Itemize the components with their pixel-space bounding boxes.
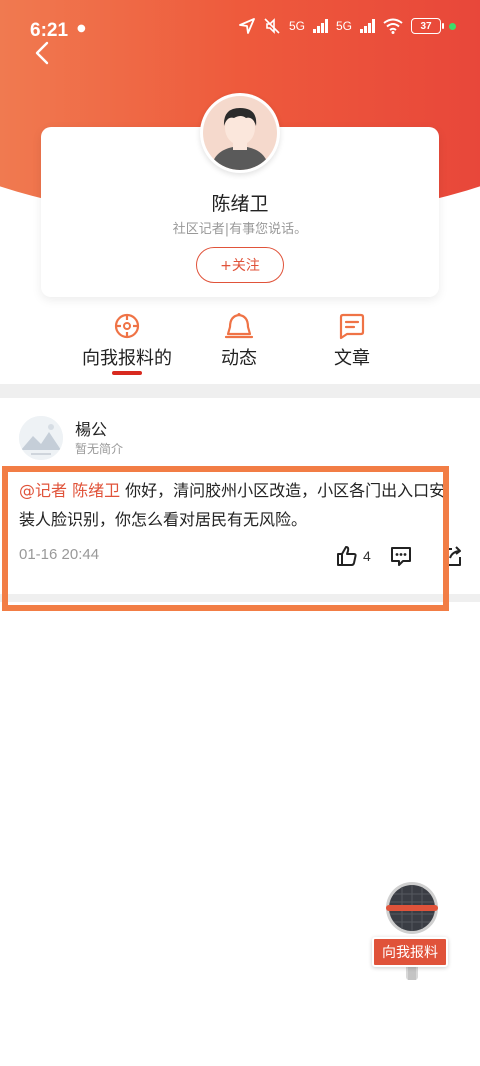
follow-button[interactable]: +关注 (196, 247, 284, 283)
bell-icon (224, 313, 254, 339)
notification-dot-icon: ● (77, 23, 86, 34)
battery-icon: 37 (411, 18, 444, 34)
signal-bars-icon (312, 19, 328, 33)
profile-bio: 社区记者|有事您说话。 (172, 222, 308, 237)
article-icon (339, 313, 365, 340)
like-count: 4 (363, 548, 371, 564)
crosshair-icon (114, 313, 140, 339)
comment-button[interactable] (389, 544, 413, 568)
signal-5g-label: 5G (288, 19, 305, 33)
back-icon[interactable] (28, 38, 58, 68)
signal-bars-icon-2 (360, 19, 375, 33)
post-username[interactable]: 楊公 (75, 416, 107, 440)
thumbs-up-icon (337, 546, 357, 566)
tab-label: 向我报料的 (82, 348, 172, 369)
reporter-avatar-icon (203, 96, 277, 170)
post-item[interactable]: 楊公 暂无简介 @记者 陈绪卫 你好，清问胶州小区改造，小区各门出入口安装人脸识… (0, 398, 480, 594)
post-user-bio: 暂无简介 (75, 442, 124, 456)
tab-label: 文章 (334, 348, 370, 369)
tab-label: 动态 (221, 348, 257, 369)
comment-icon (391, 547, 411, 566)
wifi-icon (383, 18, 403, 34)
section-divider (0, 594, 480, 602)
location-arrow-icon (239, 18, 255, 34)
report-to-me-button[interactable]: 向我报料 (372, 937, 448, 967)
signal-5g-label-2: 5G (335, 19, 352, 33)
mute-icon (264, 18, 280, 34)
user-avatar-icon[interactable] (19, 416, 63, 460)
privacy-indicator-icon (449, 22, 456, 30)
section-gap (0, 384, 480, 398)
like-button[interactable]: 4 (335, 544, 371, 568)
share-button[interactable] (440, 544, 464, 568)
post-content[interactable]: @记者 陈绪卫 你好，清问胶州小区改造，小区各门出入口安装人脸识别，你怎么看对居… (19, 476, 449, 534)
avatar[interactable] (200, 93, 280, 173)
tab-articles[interactable]: 文章 (292, 308, 412, 382)
status-bar: 6:21 ● 5G 5G 37 (0, 0, 480, 56)
tab-activity[interactable]: 动态 (179, 308, 299, 382)
share-icon (443, 546, 461, 566)
status-icons: 5G 5G 37 (239, 18, 456, 34)
microphone-icon[interactable] (372, 880, 452, 984)
post-timestamp: 01-16 20:44 (19, 546, 100, 563)
active-tab-indicator (112, 371, 142, 375)
profile-name: 陈绪卫 (211, 193, 269, 215)
tab-bar: 向我报料的 动态 文章 (0, 308, 480, 382)
mention-link[interactable]: @记者 陈绪卫 (19, 481, 120, 500)
